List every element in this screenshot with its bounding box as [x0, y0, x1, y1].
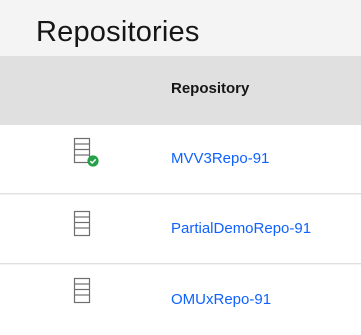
repository-icon — [73, 277, 99, 311]
table-row[interactable]: PartialDemoRepo-91 — [0, 195, 361, 264]
repositories-table: Repository MVV3Repo-91 PartialDemoRepo-9… — [0, 56, 361, 335]
table-header: Repository — [0, 56, 361, 125]
table-row[interactable]: MVV3Repo-91 — [0, 125, 361, 194]
table-row[interactable]: OMUxRepo-91 — [0, 265, 361, 335]
page-title: Repositories — [36, 16, 200, 48]
repository-link[interactable]: MVV3Repo-91 — [171, 149, 269, 169]
column-header-repository[interactable]: Repository — [171, 79, 249, 99]
repository-link[interactable]: PartialDemoRepo-91 — [171, 219, 311, 239]
repository-link[interactable]: OMUxRepo-91 — [171, 290, 271, 310]
repository-icon — [73, 137, 99, 171]
check-circle-icon — [87, 155, 99, 167]
repository-icon — [73, 210, 99, 244]
